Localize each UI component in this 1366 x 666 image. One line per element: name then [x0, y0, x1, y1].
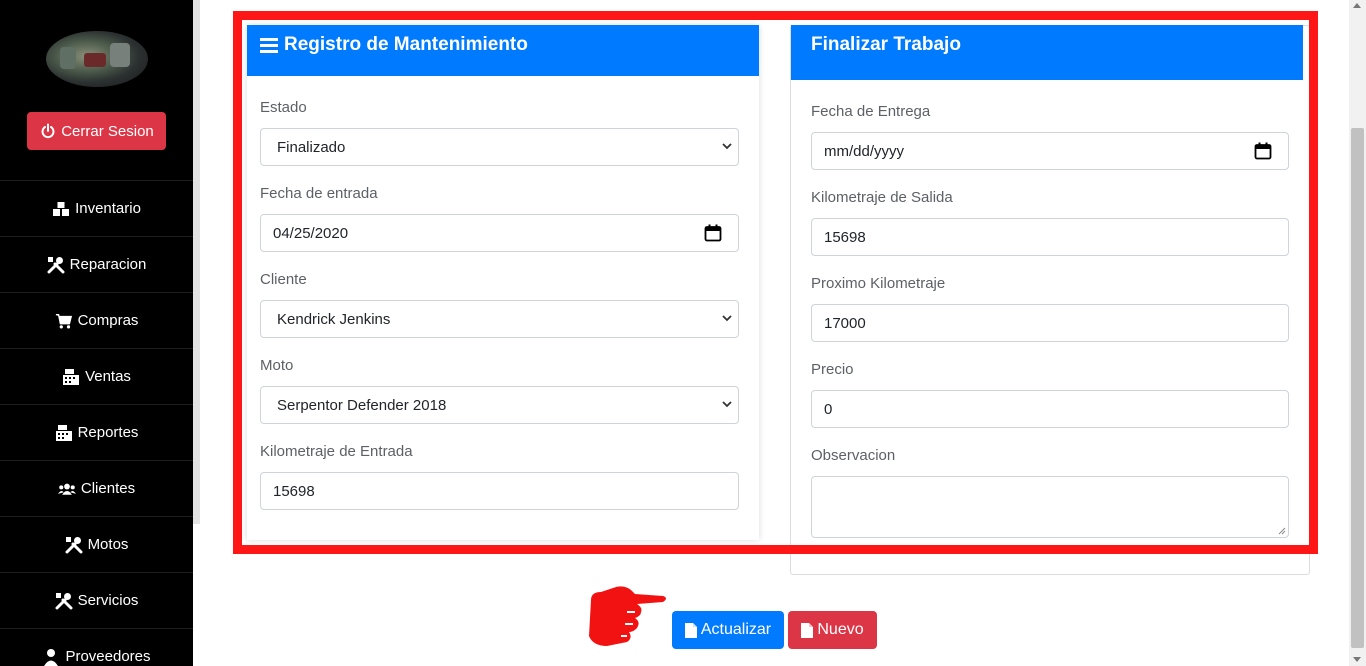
- sidebar-item-label: Servicios: [77, 592, 139, 609]
- scroll-down-arrow-icon[interactable]: [1353, 657, 1361, 662]
- tools-icon: [65, 536, 83, 554]
- power-icon: [39, 122, 57, 140]
- document-icon: [684, 622, 697, 638]
- cart-icon: [55, 312, 73, 330]
- sidebar-item-reportes[interactable]: Reportes: [0, 404, 193, 460]
- sidebar-item-motos[interactable]: Motos: [0, 516, 193, 572]
- sidebar-item-label: Ventas: [85, 368, 131, 385]
- tools-icon: [55, 592, 73, 610]
- scrollbar[interactable]: [1349, 0, 1366, 666]
- highlight-frame: [233, 11, 1318, 554]
- sidebar-item-label: Reportes: [77, 424, 139, 441]
- sidebar-item-label: Clientes: [80, 480, 136, 497]
- sidebar-item-label: Compras: [77, 312, 139, 329]
- actualizar-button[interactable]: Actualizar: [672, 611, 784, 649]
- sidebar-item-servicios[interactable]: Servicios: [0, 572, 193, 628]
- pointing-hand-icon: [589, 586, 666, 646]
- sidebar-item-reparacion[interactable]: Reparacion: [0, 236, 193, 292]
- sidebar-item-ventas[interactable]: Ventas: [0, 348, 193, 404]
- actualizar-label: Actualizar: [700, 621, 772, 638]
- sidebar-item-clientes[interactable]: Clientes: [0, 460, 193, 516]
- sidebar: Cerrar Sesion Inventario Reparacion Comp…: [0, 0, 193, 666]
- sidebar-item-label: Reparacion: [69, 256, 147, 273]
- logo: [46, 31, 148, 87]
- cash-register-icon: [55, 424, 73, 442]
- cash-register-icon: [62, 368, 80, 386]
- logout-label: Cerrar Sesion: [61, 122, 154, 140]
- document-icon: [801, 622, 814, 638]
- user-icon: [42, 648, 60, 666]
- sidebar-item-proveedores[interactable]: Proveedores: [0, 628, 193, 666]
- nuevo-label: Nuevo: [817, 621, 864, 638]
- nuevo-button[interactable]: Nuevo: [788, 611, 877, 649]
- scroll-thumb[interactable]: [1351, 128, 1364, 648]
- page-edge: [193, 0, 200, 524]
- users-icon: [57, 480, 76, 498]
- sidebar-item-inventario[interactable]: Inventario: [0, 180, 193, 236]
- boxes-icon: [52, 200, 70, 218]
- sidebar-item-label: Inventario: [75, 200, 141, 217]
- sidebar-item-compras[interactable]: Compras: [0, 292, 193, 348]
- sidebar-item-label: Proveedores: [65, 648, 151, 665]
- logout-button[interactable]: Cerrar Sesion: [27, 112, 166, 150]
- scroll-up-arrow-icon[interactable]: [1353, 3, 1361, 8]
- tools-icon: [47, 256, 65, 274]
- sidebar-item-label: Motos: [87, 536, 129, 553]
